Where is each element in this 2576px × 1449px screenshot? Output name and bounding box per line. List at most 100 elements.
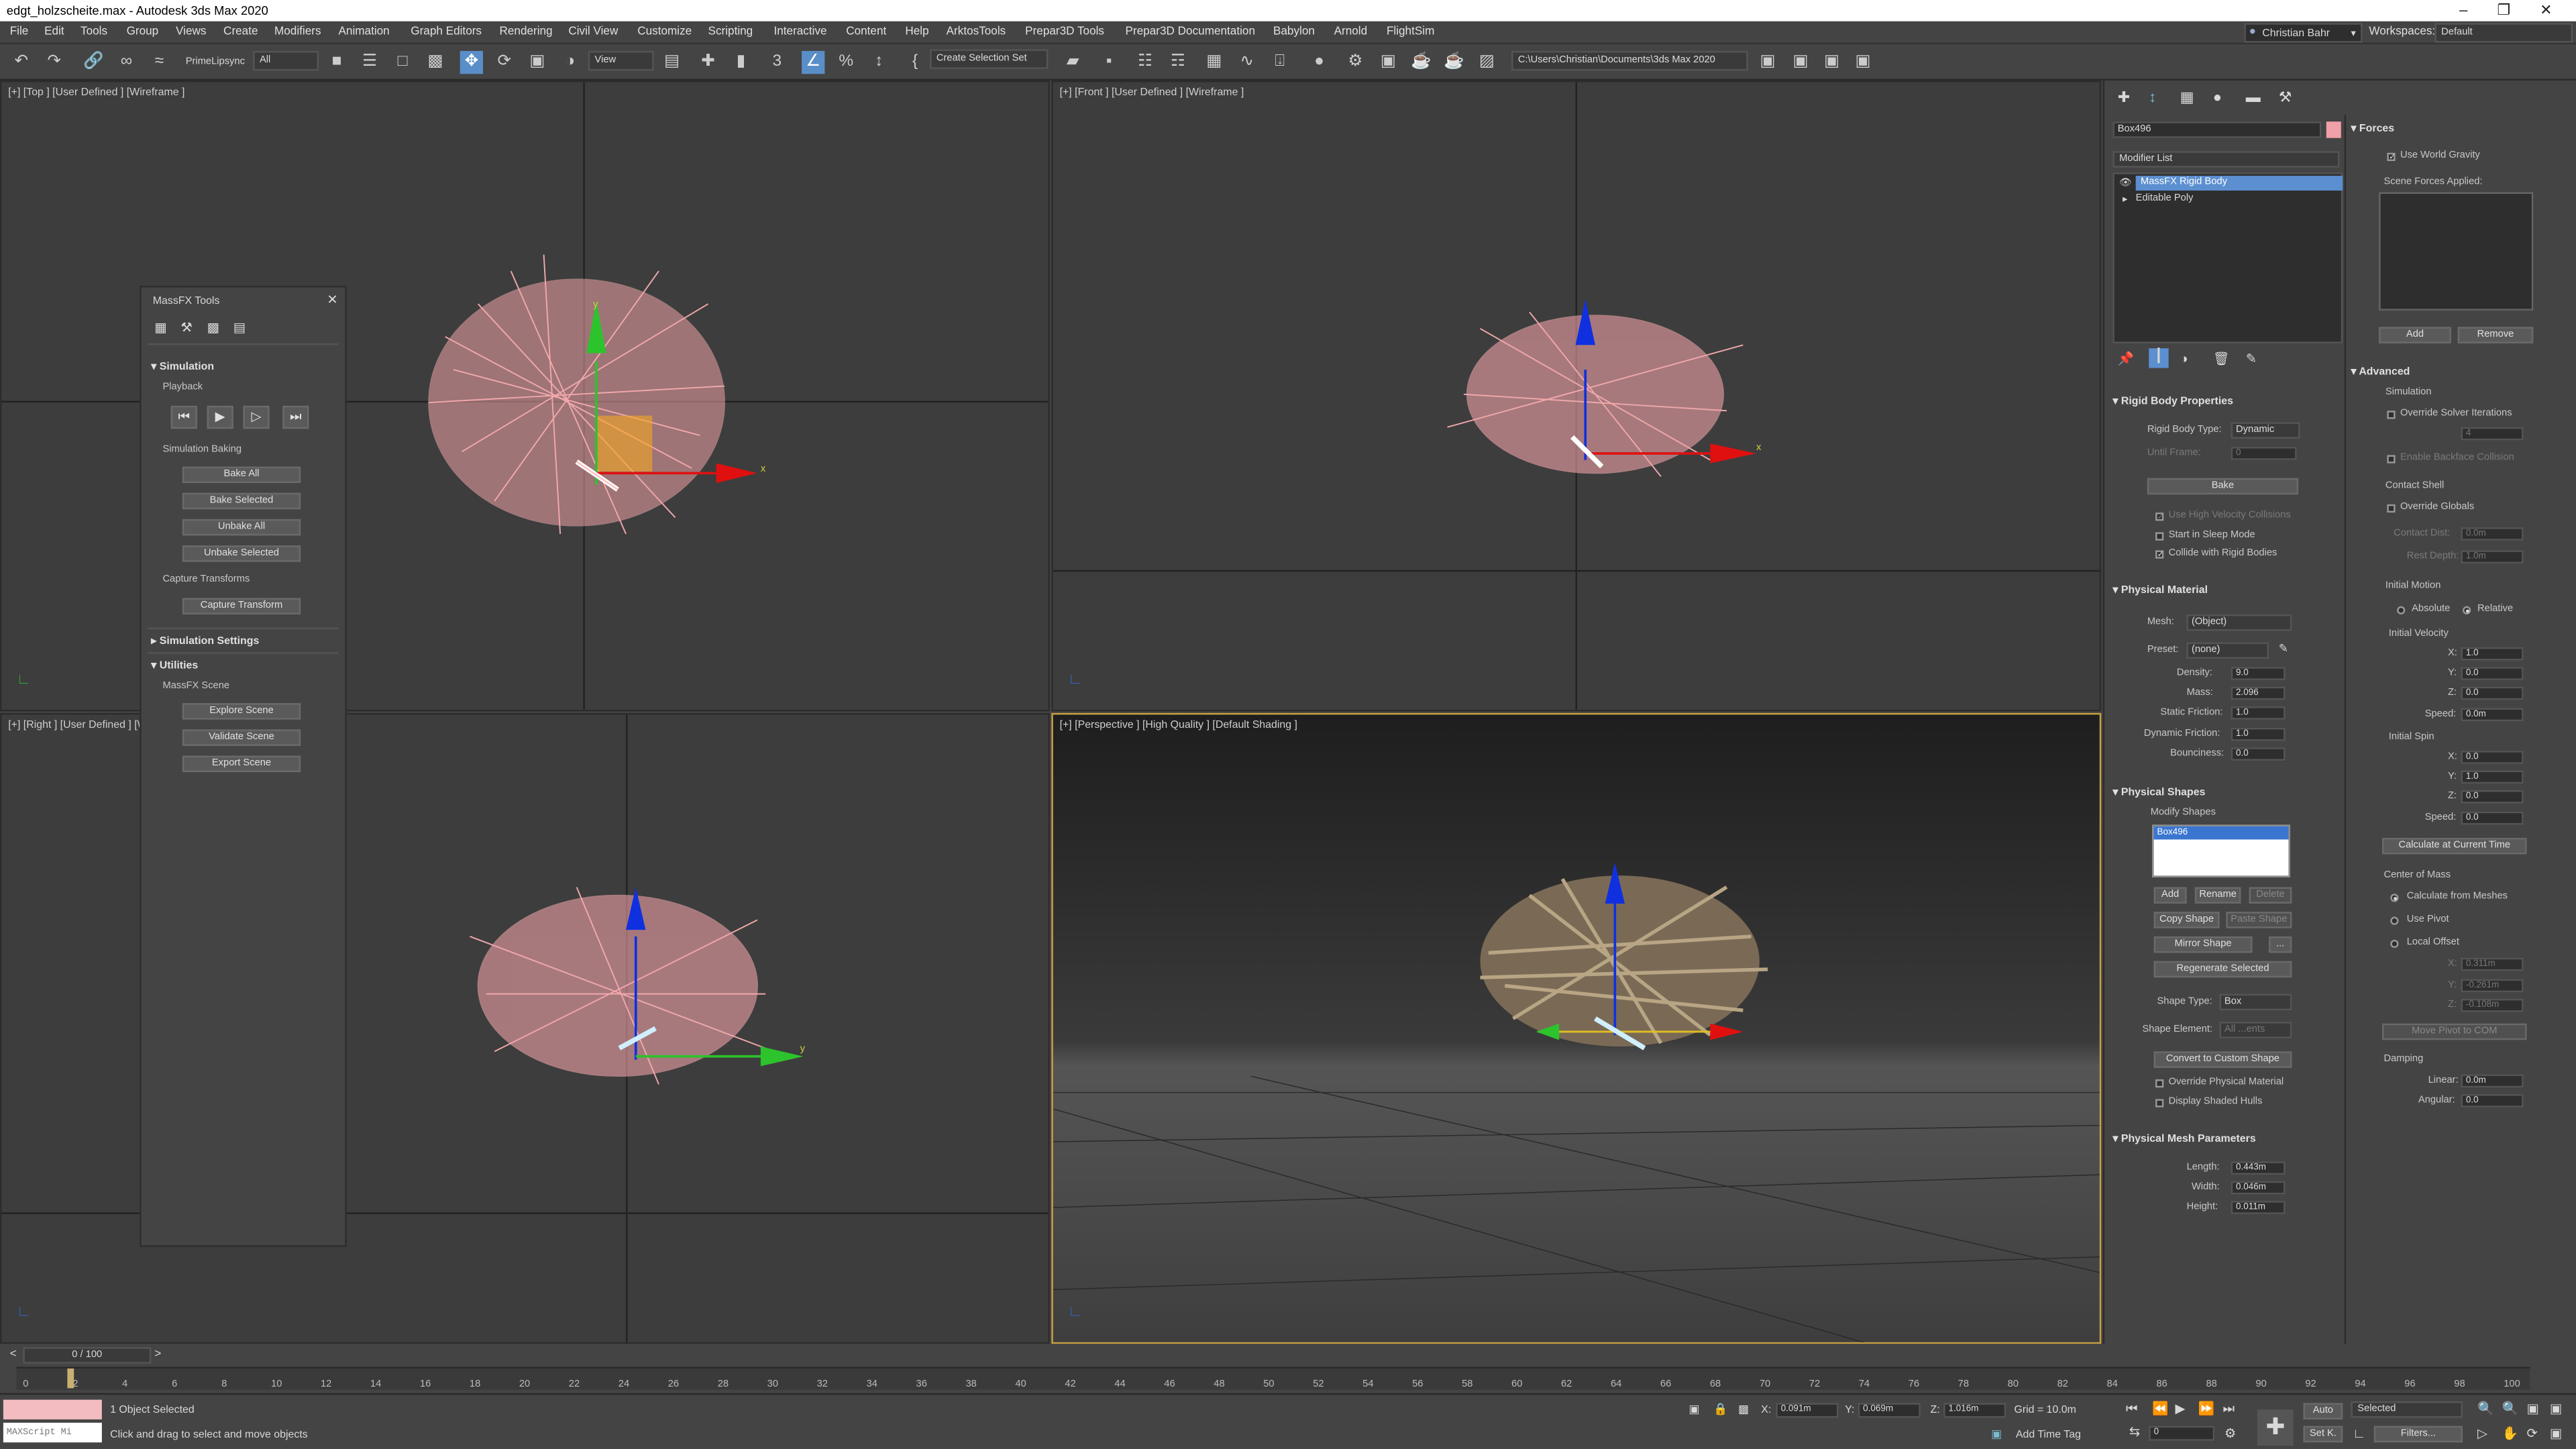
project-folder-icon[interactable]: ▣ <box>1756 51 1779 74</box>
redo-icon[interactable]: ↷ <box>43 51 66 74</box>
unbake-selected-button[interactable]: Unbake Selected <box>182 545 301 562</box>
spin-x-spinner[interactable]: 0.0 <box>2461 751 2524 764</box>
add-time-tag[interactable]: Add Time Tag <box>2016 1430 2081 1441</box>
reference-coord-dropdown[interactable]: View <box>588 50 654 71</box>
angle-snap-icon[interactable]: ∠ <box>802 50 825 74</box>
keyboard-shortcut-icon[interactable]: ▮ <box>729 51 752 74</box>
eye-icon[interactable]: 👁 <box>2119 177 2132 189</box>
menu-modifiers[interactable]: Modifiers <box>274 26 321 38</box>
mass-spinner[interactable]: 2.096 <box>2231 686 2286 700</box>
vel-speed-spinner[interactable]: 0.0m <box>2461 708 2524 722</box>
play-icon[interactable]: ▶ <box>2175 1401 2185 1416</box>
offset-z-spinner[interactable]: -0.108m <box>2461 998 2524 1012</box>
export-scene-button[interactable]: Export Scene <box>182 755 301 773</box>
modifier-list-dropdown[interactable]: Modifier List <box>2112 151 2340 168</box>
display-options-icon[interactable]: ▤ <box>233 321 246 335</box>
schematic-view-icon[interactable]: ⍗ <box>1269 51 1291 74</box>
auto-key-button[interactable]: Auto <box>2303 1403 2343 1419</box>
zoom-extents-icon[interactable]: ▣ <box>2527 1401 2540 1416</box>
validate-scene-button[interactable]: Validate Scene <box>182 729 301 746</box>
wood-pile-wireframe-right[interactable]: y <box>462 871 839 1101</box>
viewport-front[interactable]: [+] [Front ] [User Defined ] [Wireframe … <box>1051 80 2102 712</box>
move-icon[interactable]: ✥ <box>460 50 483 74</box>
menu-rendering[interactable]: Rendering <box>499 26 552 38</box>
rect-selection-icon[interactable]: □ <box>391 51 414 74</box>
paste-shape-button[interactable]: Paste Shape <box>2226 912 2292 928</box>
undo-icon[interactable]: ↶ <box>10 51 33 74</box>
dynamic-friction-spinner[interactable]: 1.0 <box>2231 727 2286 741</box>
relative-radio[interactable] <box>2463 606 2471 614</box>
remove-force-button[interactable]: Remove <box>2457 327 2534 343</box>
shape-type-dropdown[interactable]: Box <box>2219 994 2292 1011</box>
menu-flightsim[interactable]: FlightSim <box>1387 26 1434 38</box>
key-mode-icon[interactable]: ⇆ <box>2129 1424 2140 1439</box>
display-tab-icon[interactable]: ▬ <box>2246 89 2261 105</box>
eyedropper-icon[interactable]: ✎ <box>2279 643 2288 655</box>
viewport-front-label[interactable]: [+] [Front ] [User Defined ] [Wireframe … <box>1060 87 1244 99</box>
menu-graph-editors[interactable]: Graph Editors <box>411 26 482 38</box>
open-project-icon[interactable]: ▣ <box>1789 51 1812 74</box>
physical-material-rollout[interactable]: ▾ Physical Material <box>2112 583 2208 596</box>
maximize-icon[interactable]: ❐ <box>2497 1 2510 19</box>
wood-pile-wireframe-top[interactable]: y x <box>413 205 790 567</box>
remove-modifier-icon[interactable]: 🗑 <box>2213 352 2230 366</box>
snaps-toggle-icon[interactable]: 3 <box>765 51 788 74</box>
override-solver-checkbox[interactable] <box>2387 411 2396 419</box>
bounciness-spinner[interactable]: 0.0 <box>2231 747 2286 761</box>
isolate-selection-icon[interactable]: ▣ <box>1689 1403 1700 1416</box>
wood-pile-shaded[interactable] <box>1464 854 1792 1067</box>
forces-rollout[interactable]: ▾ Forces <box>2351 121 2394 135</box>
link-icon[interactable]: 🔗 <box>82 51 105 74</box>
select-manipulate-icon[interactable]: ✚ <box>696 51 719 74</box>
workspace-dropdown[interactable]: Default <box>2434 23 2573 43</box>
render-arnold-icon[interactable]: ▨ <box>1475 51 1498 74</box>
delete-shape-button[interactable]: Delete <box>2249 887 2292 904</box>
mirror-shape-button[interactable]: Mirror Shape <box>2153 936 2253 953</box>
key-tangent-icon[interactable]: ∟ <box>2353 1426 2365 1441</box>
shape-element-dropdown[interactable]: All ...ents <box>2219 1022 2292 1038</box>
menu-views[interactable]: Views <box>176 26 206 38</box>
set-key-button[interactable]: Set K. <box>2303 1426 2343 1443</box>
bake-selected-button[interactable]: Bake Selected <box>182 492 301 510</box>
zoom-all-icon[interactable]: 🔍 <box>2502 1401 2518 1416</box>
menu-content[interactable]: Content <box>846 26 886 38</box>
create-tab-icon[interactable]: ✚ <box>2118 89 2130 107</box>
collide-rigid-checkbox[interactable]: ✓ <box>2155 550 2164 559</box>
project-path-dropdown[interactable]: C:\Users\Christian\Documents\3ds Max 202… <box>1511 50 1748 71</box>
vel-z-spinner[interactable]: 0.0 <box>2461 686 2524 700</box>
minimize-icon[interactable]: – <box>2459 1 2467 17</box>
save-project-icon[interactable]: ▣ <box>1820 51 1843 74</box>
contact-dist-spinner[interactable]: 0.0m <box>2461 527 2524 541</box>
bake-all-button[interactable]: Bake All <box>182 466 301 483</box>
density-spinner[interactable]: 9.0 <box>2231 667 2286 680</box>
multi-edit-icon[interactable]: ▩ <box>207 321 220 335</box>
high-velocity-checkbox[interactable]: ✓ <box>2155 513 2164 522</box>
utilities-rollout[interactable]: ▾ Utilities <box>151 659 198 672</box>
vel-y-spinner[interactable]: 0.0 <box>2461 667 2524 680</box>
key-filter-dropdown[interactable]: Selected <box>2351 1401 2463 1418</box>
rb-type-dropdown[interactable]: Dynamic <box>2231 422 2300 439</box>
menu-babylon[interactable]: Babylon <box>1273 26 1315 38</box>
prev-key-icon[interactable]: ⏪ <box>2152 1401 2168 1416</box>
spinner-snap-icon[interactable]: ↕ <box>867 51 890 74</box>
menu-arktostools[interactable]: ArktosTools <box>947 26 1006 38</box>
scene-explorer-icon[interactable]: ☷ <box>1134 51 1157 74</box>
explore-scene-button[interactable]: Explore Scene <box>182 703 301 720</box>
percent-snap-icon[interactable]: % <box>835 51 857 74</box>
physical-mesh-params-rollout[interactable]: ▾ Physical Mesh Parameters <box>2112 1132 2255 1145</box>
offset-x-spinner[interactable]: 0.311m <box>2461 957 2524 971</box>
unlink-icon[interactable]: ∞ <box>115 51 138 74</box>
mirror-icon[interactable]: ▰ <box>1061 51 1084 74</box>
zoom-extents-all-icon[interactable]: ▣ <box>2550 1401 2563 1416</box>
reset-simulation-icon[interactable]: ⏮ <box>170 405 197 429</box>
set-key-icon[interactable]: ✚ <box>2257 1409 2294 1446</box>
spin-speed-spinner[interactable]: 0.0 <box>2461 811 2524 825</box>
pin-stack-icon[interactable]: 📌 <box>2118 352 2134 366</box>
until-frame-spinner[interactable]: 0 <box>2231 447 2297 460</box>
override-globals-checkbox[interactable] <box>2387 504 2396 513</box>
regenerate-selected-button[interactable]: Regenerate Selected <box>2153 961 2292 978</box>
current-frame-field[interactable]: 0 <box>2149 1426 2215 1441</box>
modify-tab-icon[interactable]: ↕ <box>2149 89 2156 105</box>
pin-project-icon[interactable]: ▣ <box>1851 51 1874 74</box>
bake-button[interactable]: Bake <box>2147 478 2299 495</box>
